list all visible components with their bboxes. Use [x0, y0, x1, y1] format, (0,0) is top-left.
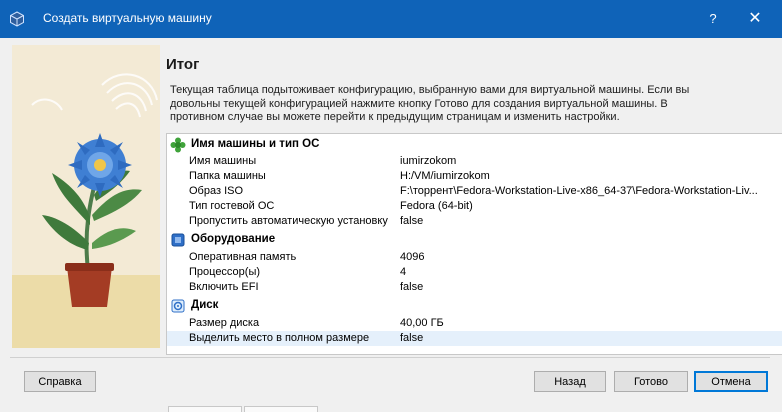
row-value: 4096 — [400, 251, 425, 263]
puzzle-icon — [170, 137, 186, 153]
section-title: Оборудование — [191, 233, 276, 245]
virtualbox-icon — [10, 11, 24, 27]
section-header-machine[interactable]: Имя машины и тип ОС — [167, 136, 782, 154]
row-key: Оперативная память — [189, 251, 297, 263]
section-header-hardware[interactable]: Оборудование — [167, 231, 782, 249]
row-value: false — [400, 281, 424, 293]
table-row[interactable]: Папка машины H:/VM/iumirzokom — [167, 169, 782, 184]
row-key: Размер диска — [189, 317, 260, 329]
row-key: Имя машины — [189, 155, 257, 167]
title-bar[interactable]: Создать виртуальную машину ? ✕ — [0, 0, 782, 38]
back-button[interactable]: Назад — [534, 371, 606, 392]
description-line: противном случае вы можете перейти к пре… — [170, 111, 620, 123]
description-line: Текущая таблица подытоживает конфигураци… — [170, 84, 690, 96]
row-key: Тип гостевой ОС — [189, 200, 275, 212]
row-value: false — [400, 215, 424, 227]
background-tab — [168, 406, 242, 412]
help-title-button[interactable]: ? — [700, 6, 726, 32]
table-row[interactable]: Имя машины iumirzokom — [167, 154, 782, 169]
cancel-button[interactable]: Отмена — [694, 371, 768, 392]
table-row[interactable]: Образ ISO F:\торрент\Fedora-Workstation-… — [167, 184, 782, 199]
wizard-content: Итог Текущая таблица подытоживает конфиг… — [165, 45, 782, 355]
window-title: Создать виртуальную машину — [43, 11, 212, 25]
summary-table[interactable]: Имя машины и тип ОС Имя машины iumirzoko… — [166, 133, 782, 355]
table-row[interactable]: Размер диска 40,00 ГБ — [167, 316, 782, 331]
page-description: Текущая таблица подытоживает конфигураци… — [170, 84, 745, 125]
row-value: false — [400, 332, 424, 344]
help-button[interactable]: Справка — [24, 371, 96, 392]
flower-illustration — [12, 45, 160, 348]
chip-icon — [171, 233, 185, 247]
table-row-selected[interactable]: Выделить место в полном размере false — [167, 331, 782, 346]
row-value: 40,00 ГБ — [400, 317, 444, 329]
finish-button[interactable]: Готово — [614, 371, 688, 392]
row-key: Выделить место в полном размере — [189, 332, 370, 344]
table-row[interactable]: Пропустить автоматическую установку fals… — [167, 214, 782, 229]
row-key: Образ ISO — [189, 185, 244, 197]
section-title: Диск — [191, 299, 219, 311]
row-value: iumirzokom — [400, 155, 457, 167]
page-title: Итог — [166, 56, 200, 73]
table-row[interactable]: Процессор(ы) 4 — [167, 265, 782, 280]
disk-icon — [171, 299, 185, 313]
row-key: Процессор(ы) — [189, 266, 261, 278]
background-tab — [244, 406, 318, 412]
section-header-disk[interactable]: Диск — [167, 297, 782, 315]
row-value: 4 — [400, 266, 407, 278]
row-key: Пропустить автоматическую установку — [189, 215, 388, 227]
table-row[interactable]: Тип гостевой ОС Fedora (64-bit) — [167, 199, 782, 214]
footer-divider — [10, 357, 770, 358]
close-button[interactable]: ✕ — [742, 6, 768, 32]
row-value: H:/VM/iumirzokom — [400, 170, 490, 182]
row-value: Fedora (64-bit) — [400, 200, 473, 212]
dialog-window: Создать виртуальную машину ? ✕ Итог Теку… — [0, 0, 782, 412]
table-row[interactable]: Оперативная память 4096 — [167, 250, 782, 265]
wizard-illustration — [12, 45, 160, 348]
row-key: Папка машины — [189, 170, 266, 182]
table-row[interactable]: Включить EFI false — [167, 280, 782, 295]
row-value: F:\торрент\Fedora-Workstation-Live-x86_6… — [400, 185, 758, 197]
description-line: довольны текущей конфигурацией нажмите к… — [170, 97, 668, 110]
row-key: Включить EFI — [189, 281, 259, 293]
section-title: Имя машины и тип ОС — [191, 138, 320, 150]
